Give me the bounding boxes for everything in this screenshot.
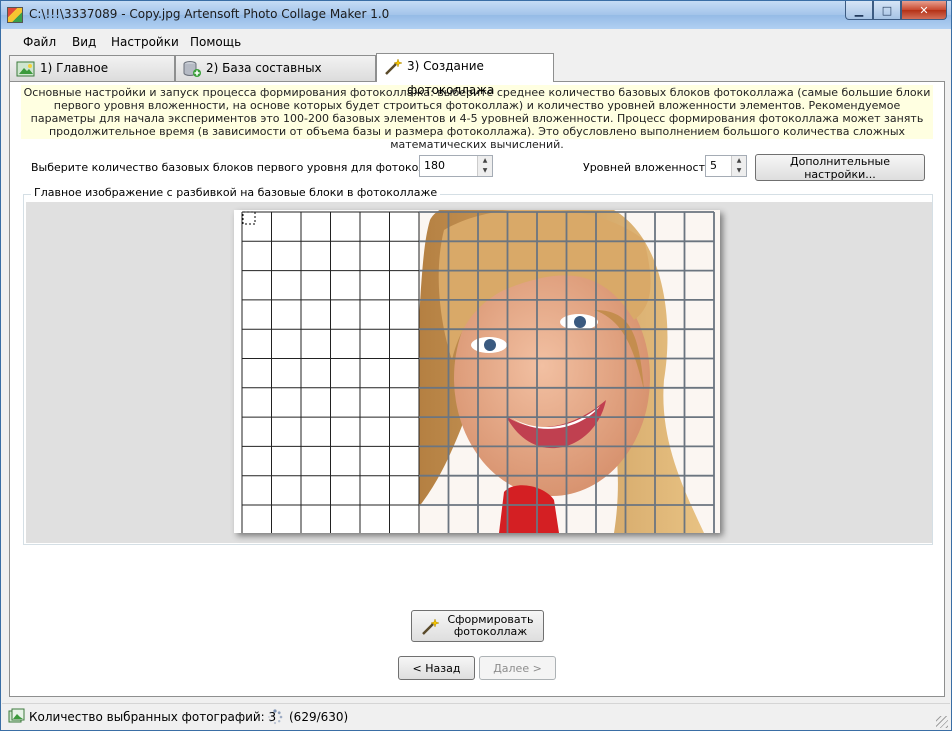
status-bar: Количество выбранных фотографий: 3 (629/… xyxy=(2,703,950,730)
loading-spinner-icon xyxy=(268,709,283,725)
database-add-icon xyxy=(183,61,201,77)
close-button[interactable]: ✕ xyxy=(901,1,947,20)
create-collage-button[interactable]: Сформировать фотоколлаж xyxy=(411,610,544,642)
app-window: C:\!!!\3337089 - Copy.jpg Artensoft Phot… xyxy=(0,0,952,731)
tab-strip: 1) Главное изображение 2) База составных… xyxy=(9,53,945,99)
progress-counter: (629/630) xyxy=(289,710,349,724)
nesting-levels-label: Уровней вложенности xyxy=(583,161,713,174)
menu-bar: Файл Вид Настройки Помощь xyxy=(2,31,950,53)
magic-wand-icon xyxy=(385,58,403,75)
maximize-icon: □ xyxy=(881,3,893,17)
stepper-up-icon[interactable]: ▲ xyxy=(478,156,492,166)
blank-region xyxy=(234,210,419,533)
collage-grid-preview xyxy=(234,210,720,533)
minimize-button[interactable]: ▁ xyxy=(845,1,873,20)
stepper-down-icon[interactable]: ▼ xyxy=(732,166,746,176)
menu-help[interactable]: Помощь xyxy=(190,35,241,49)
create-collage-label: Сформировать фотоколлаж xyxy=(447,613,534,638)
blocks-count-value: 180 xyxy=(424,159,445,172)
stepper-down-icon[interactable]: ▼ xyxy=(478,166,492,176)
selected-photos-count: Количество выбранных фотографий: 3 xyxy=(29,710,277,724)
maximize-button[interactable]: □ xyxy=(873,1,901,20)
title-bar[interactable]: C:\!!!\3337089 - Copy.jpg Artensoft Phot… xyxy=(1,1,951,29)
photos-icon xyxy=(8,708,25,723)
menu-view[interactable]: Вид xyxy=(72,35,96,49)
tab-image-database[interactable]: 2) База составных изображений xyxy=(175,55,376,99)
menu-settings[interactable]: Настройки xyxy=(111,35,179,49)
window-title: C:\!!!\3337089 - Copy.jpg Artensoft Phot… xyxy=(29,7,390,21)
magic-wand-icon xyxy=(422,618,440,635)
minimize-icon: ▁ xyxy=(854,3,864,17)
blocks-count-stepper[interactable]: 180 ▲ ▼ xyxy=(419,155,493,177)
menu-file[interactable]: Файл xyxy=(23,35,56,49)
app-icon xyxy=(7,7,23,23)
advanced-settings-button[interactable]: Дополнительные настройки... xyxy=(755,154,925,181)
back-button[interactable]: < Назад xyxy=(398,656,475,680)
nesting-levels-stepper[interactable]: 5 ▲ ▼ xyxy=(705,155,747,177)
nesting-levels-value: 5 xyxy=(710,159,717,172)
image-icon xyxy=(16,61,35,77)
tab-main-image[interactable]: 1) Главное изображение xyxy=(9,55,175,99)
next-button[interactable]: Далее > xyxy=(479,656,556,680)
close-icon: ✕ xyxy=(919,3,929,17)
main-image-preview xyxy=(234,210,720,533)
stepper-arrows[interactable]: ▲ ▼ xyxy=(477,156,492,176)
preview-group-title: Главное изображение с разбивкой на базов… xyxy=(31,186,441,199)
portrait-photo xyxy=(394,210,720,533)
tab-label: 3) Создание фотоколлажа xyxy=(407,59,495,97)
stepper-arrows[interactable]: ▲ ▼ xyxy=(731,156,746,176)
stepper-up-icon[interactable]: ▲ xyxy=(732,156,746,166)
tab-create-collage[interactable]: 3) Создание фотоколлажа xyxy=(376,53,554,97)
blocks-count-label: Выберите количество базовых блоков перво… xyxy=(31,161,460,174)
resize-grip[interactable] xyxy=(936,716,948,728)
window-controls: ▁ □ ✕ xyxy=(845,1,947,21)
